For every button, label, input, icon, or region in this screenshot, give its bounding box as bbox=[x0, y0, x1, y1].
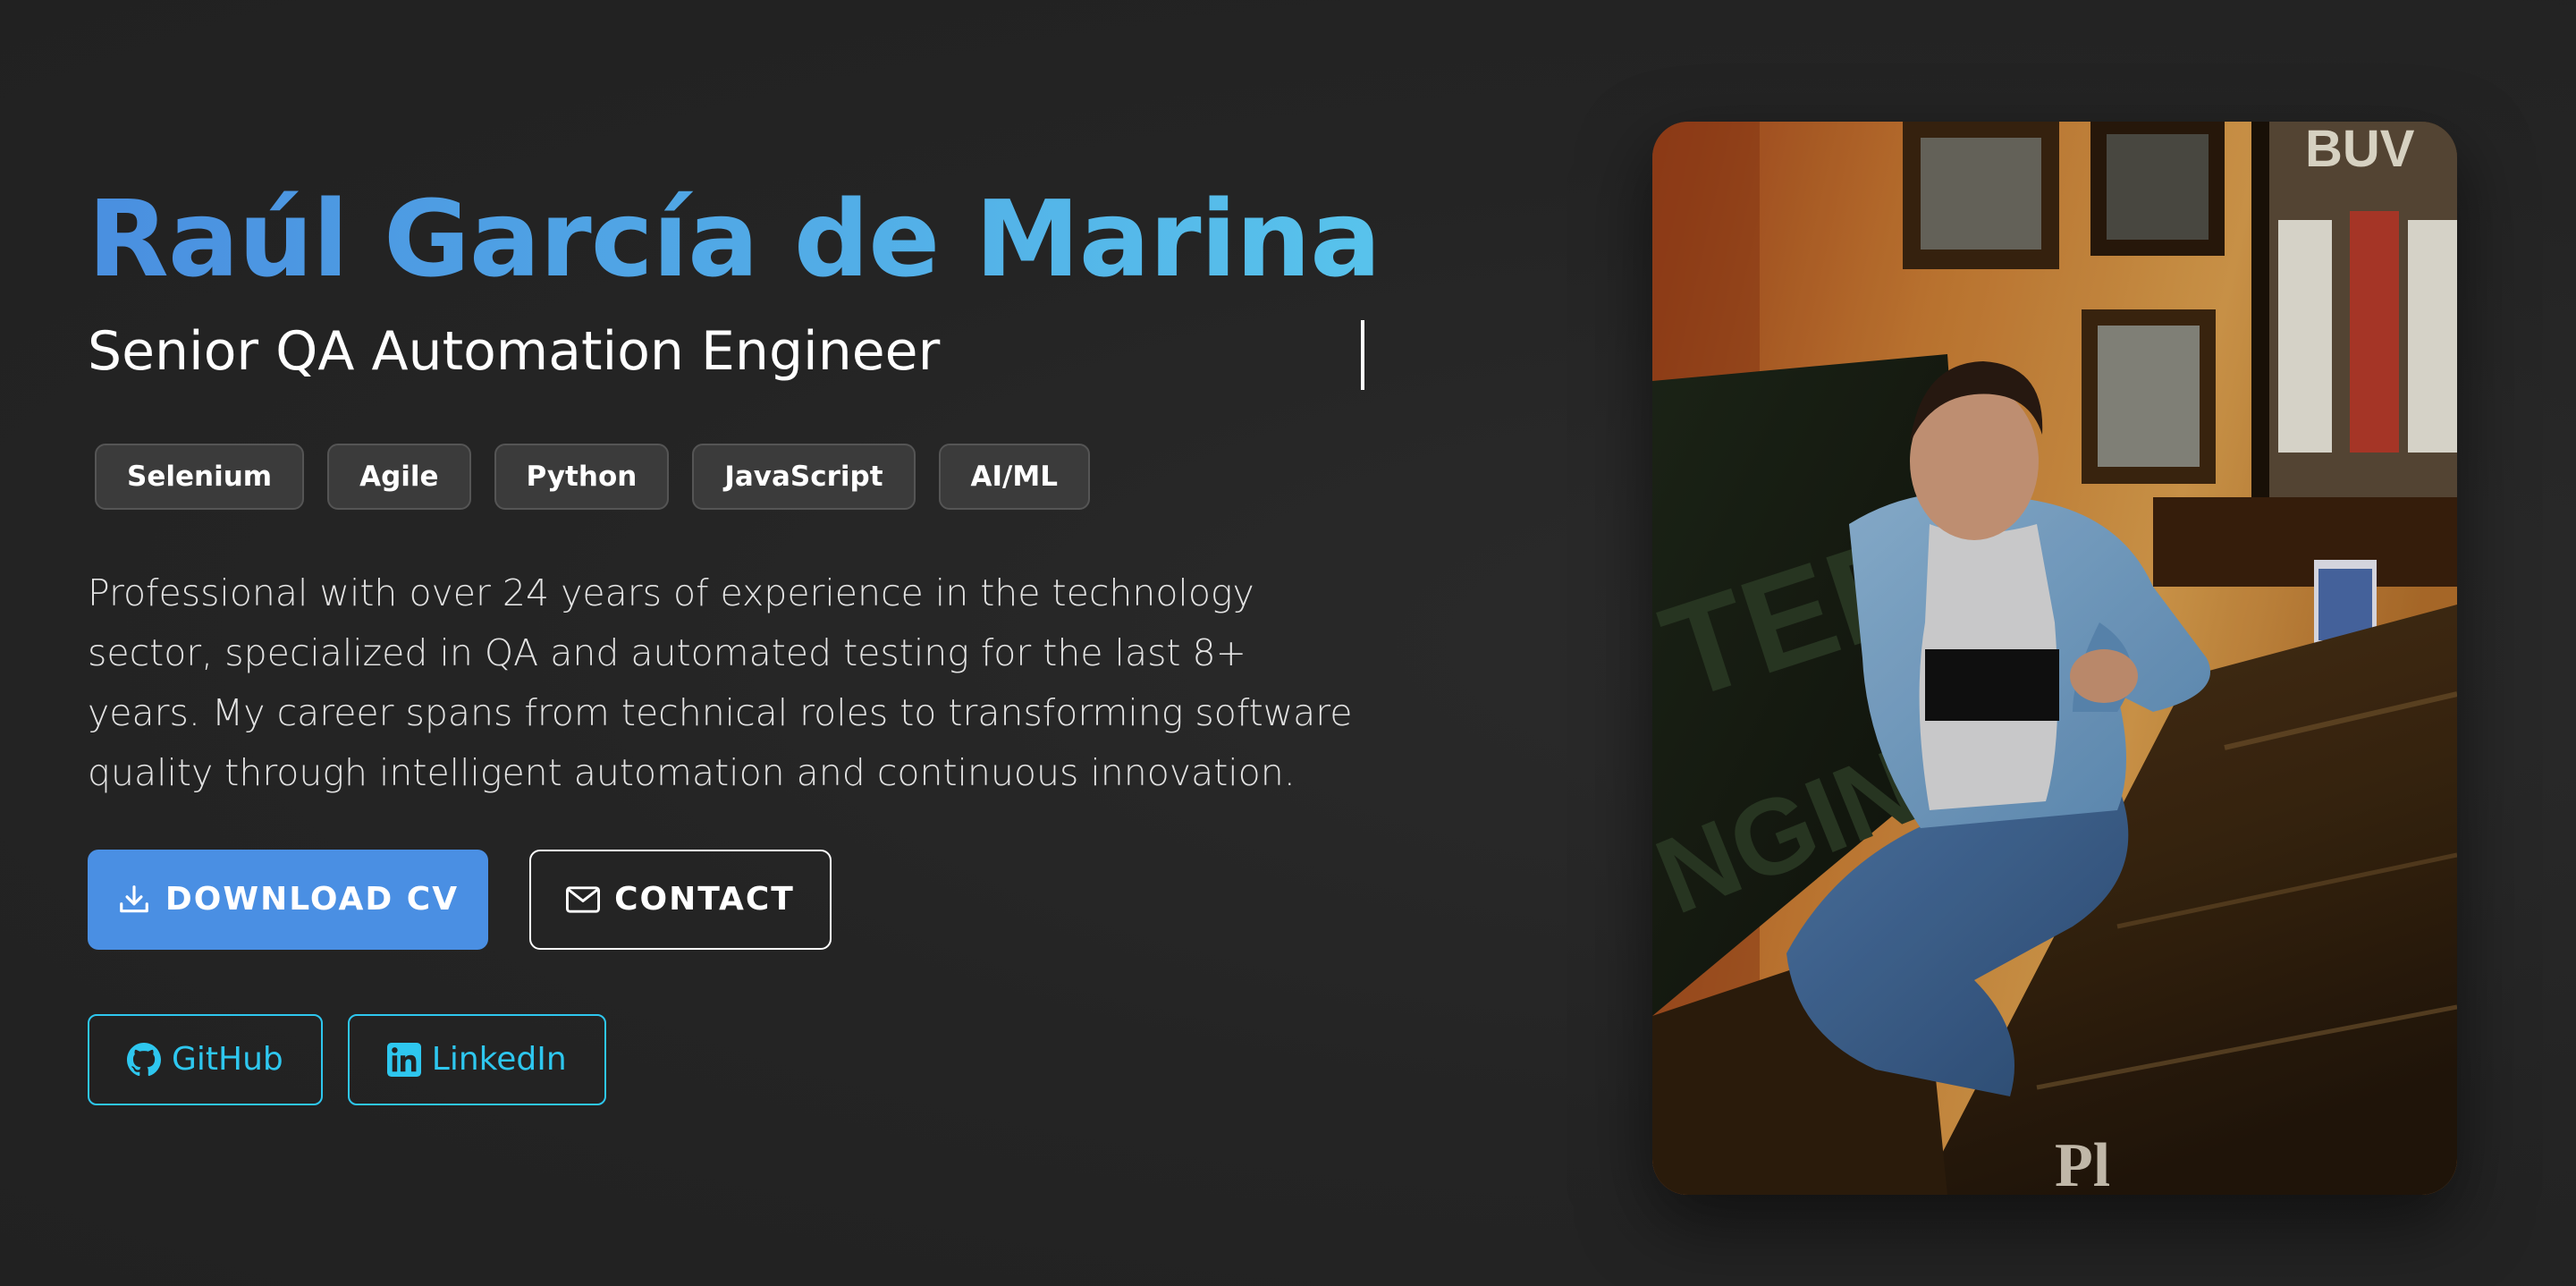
linkedin-icon bbox=[386, 1042, 421, 1077]
skill-tag: JavaScript bbox=[692, 443, 916, 510]
github-icon bbox=[127, 1042, 161, 1077]
subtitle-row: Senior QA Automation Engineer bbox=[88, 311, 1411, 392]
profile-photo: BUV TER NGIN Pl bbox=[1652, 122, 2457, 1195]
hero-content: Raúl García de Marina Senior QA Automati… bbox=[88, 178, 1411, 1105]
linkedin-label: LinkedIn bbox=[431, 1041, 567, 1079]
social-links: GitHub LinkedIn bbox=[88, 1013, 1411, 1105]
typing-cursor bbox=[1361, 319, 1364, 390]
download-cv-label: DOWNLOAD CV bbox=[165, 881, 460, 918]
contact-button[interactable]: CONTACT bbox=[529, 849, 832, 950]
skill-tag: Python bbox=[494, 443, 670, 510]
download-icon bbox=[117, 883, 151, 917]
skill-tag: Agile bbox=[327, 443, 471, 510]
svg-text:Pl: Pl bbox=[2055, 1131, 2110, 1195]
hero-name: Raúl García de Marina bbox=[88, 178, 1411, 300]
github-link[interactable]: GitHub bbox=[88, 1013, 323, 1105]
linkedin-link[interactable]: LinkedIn bbox=[347, 1013, 606, 1105]
hero-bio: Professional with over 24 years of exper… bbox=[88, 571, 1353, 794]
hero-section: Raúl García de Marina Senior QA Automati… bbox=[0, 0, 2576, 1286]
skill-tag: AI/ML bbox=[938, 443, 1090, 510]
hero-subtitle: Senior QA Automation Engineer bbox=[88, 319, 941, 383]
skill-tag: Selenium bbox=[95, 443, 305, 510]
github-label: GitHub bbox=[172, 1041, 283, 1079]
skill-tags: Selenium Agile Python JavaScript AI/ML bbox=[95, 443, 1411, 510]
action-buttons: DOWNLOAD CV CONTACT bbox=[88, 849, 1411, 950]
contact-label: CONTACT bbox=[614, 881, 795, 918]
download-cv-button[interactable]: DOWNLOAD CV bbox=[88, 849, 488, 950]
envelope-icon bbox=[566, 886, 601, 913]
